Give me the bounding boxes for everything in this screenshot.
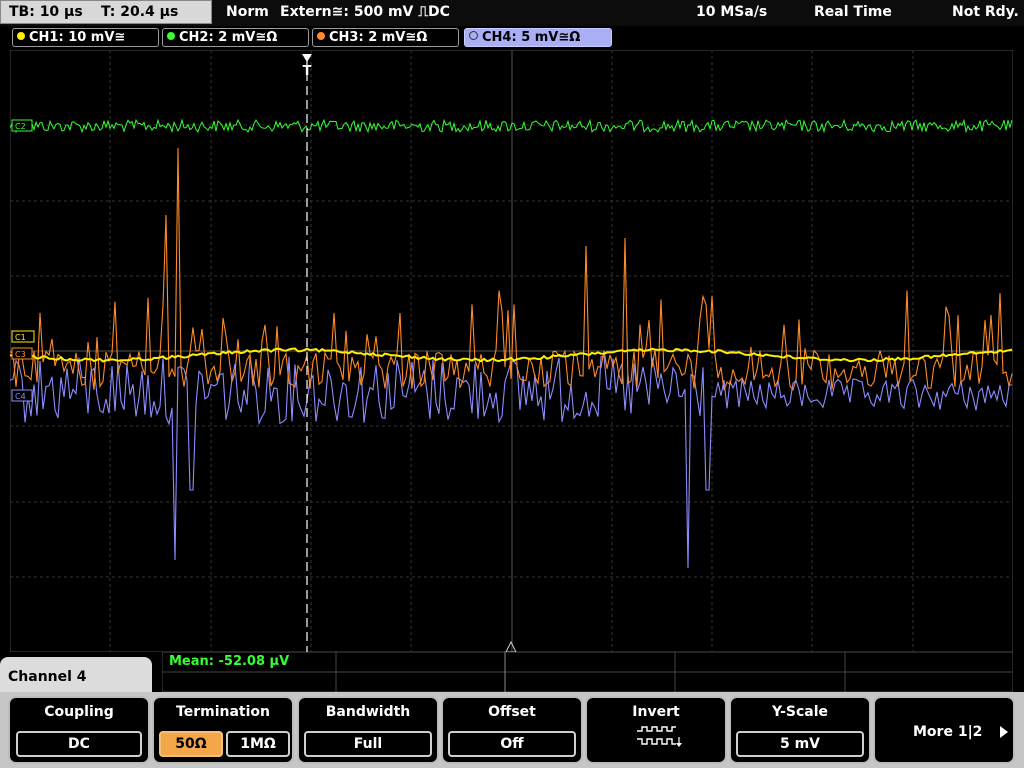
timebase-value: TB: 10 µs bbox=[9, 4, 83, 20]
acquisition-status: Not Rdy. bbox=[952, 4, 1019, 20]
coupling-softkey[interactable]: Coupling DC bbox=[8, 696, 150, 764]
offset-softkey[interactable]: Offset Off bbox=[441, 696, 583, 764]
channel-tab-ch2[interactable]: CH2: 2 mV≅Ω bbox=[162, 28, 309, 47]
termination-1mohm-option[interactable]: 1MΩ bbox=[226, 731, 290, 757]
ch3-label: CH3: 2 mV≅Ω bbox=[329, 30, 428, 45]
ch4-color-dot bbox=[469, 31, 478, 40]
ch3-marker-label: C3 bbox=[15, 350, 26, 359]
more-softkey[interactable]: More 1|2 bbox=[873, 696, 1015, 764]
invert-title: Invert bbox=[632, 704, 680, 720]
ch4-marker-label: C4 bbox=[15, 392, 26, 401]
ch4-offset-marker[interactable]: C4 bbox=[11, 389, 33, 402]
menu-title: Channel 4 bbox=[8, 669, 87, 685]
ch1-offset-marker[interactable]: C1 bbox=[11, 330, 35, 343]
offset-title: Offset bbox=[488, 704, 536, 720]
channel-bar: CH1: 10 mV≅ CH2: 2 mV≅Ω CH3: 2 mV≅Ω CH4:… bbox=[0, 26, 1024, 48]
ch1-marker-label: C1 bbox=[15, 333, 26, 342]
bandwidth-value[interactable]: Full bbox=[304, 731, 432, 757]
invert-softkey[interactable]: Invert bbox=[585, 696, 727, 764]
ch1-label: CH1: 10 mV≅ bbox=[29, 30, 126, 45]
arrow-right-icon bbox=[1000, 726, 1008, 738]
y-scale-value[interactable]: 5 mV bbox=[736, 731, 864, 757]
channel-tab-ch3[interactable]: CH3: 2 mV≅Ω bbox=[312, 28, 459, 47]
ch2-offset-marker[interactable]: C2 bbox=[11, 119, 33, 132]
y-scale-title: Y-Scale bbox=[771, 704, 828, 720]
square-wave-invert-icon bbox=[637, 726, 682, 747]
ch3-color-dot bbox=[317, 32, 325, 40]
sample-rate: 10 MSa/s bbox=[696, 4, 768, 20]
ch1-color-dot bbox=[17, 32, 25, 40]
measurement-area bbox=[162, 652, 1013, 692]
y-scale-softkey[interactable]: Y-Scale 5 mV bbox=[729, 696, 871, 764]
mean-measurement: Mean: -52.08 µV bbox=[169, 654, 290, 669]
ch2-color-dot bbox=[167, 32, 175, 40]
channel-tab-ch4[interactable]: CH4: 5 mV≅Ω bbox=[464, 28, 612, 47]
more-label: More 1|2 bbox=[913, 724, 983, 740]
offset-value[interactable]: Off bbox=[448, 731, 576, 757]
trigger-source[interactable]: Extern≅: 500 mV ⎍DC bbox=[280, 0, 450, 24]
ch3-offset-marker[interactable]: C3 bbox=[11, 347, 33, 360]
termination-title: Termination bbox=[176, 704, 270, 720]
bandwidth-softkey[interactable]: Bandwidth Full bbox=[297, 696, 439, 764]
trigger-time-value: T: 20.4 µs bbox=[101, 4, 179, 20]
ch4-label: CH4: 5 mV≅Ω bbox=[482, 30, 581, 45]
termination-50ohm-option[interactable]: 50Ω bbox=[159, 731, 223, 757]
status-bar: TB: 10 µs T: 20.4 µs Norm Extern≅: 500 m… bbox=[0, 0, 1024, 26]
acquisition-mode: Real Time bbox=[814, 4, 892, 20]
ch2-label: CH2: 2 mV≅Ω bbox=[179, 30, 278, 45]
ch2-marker-label: C2 bbox=[15, 122, 26, 131]
termination-softkey[interactable]: Termination 50Ω 1MΩ bbox=[152, 696, 294, 764]
trigger-mode[interactable]: Norm bbox=[226, 0, 269, 24]
coupling-value[interactable]: DC bbox=[16, 731, 142, 757]
waveform-display[interactable]: T C2 C1 C3 C4 bbox=[10, 50, 1013, 652]
channel-tab-ch1[interactable]: CH1: 10 mV≅ bbox=[12, 28, 159, 47]
coupling-title: Coupling bbox=[44, 704, 114, 720]
timebase-box[interactable]: TB: 10 µs T: 20.4 µs bbox=[0, 0, 212, 24]
trigger-marker-label: T bbox=[303, 64, 312, 79]
bandwidth-title: Bandwidth bbox=[325, 704, 411, 720]
